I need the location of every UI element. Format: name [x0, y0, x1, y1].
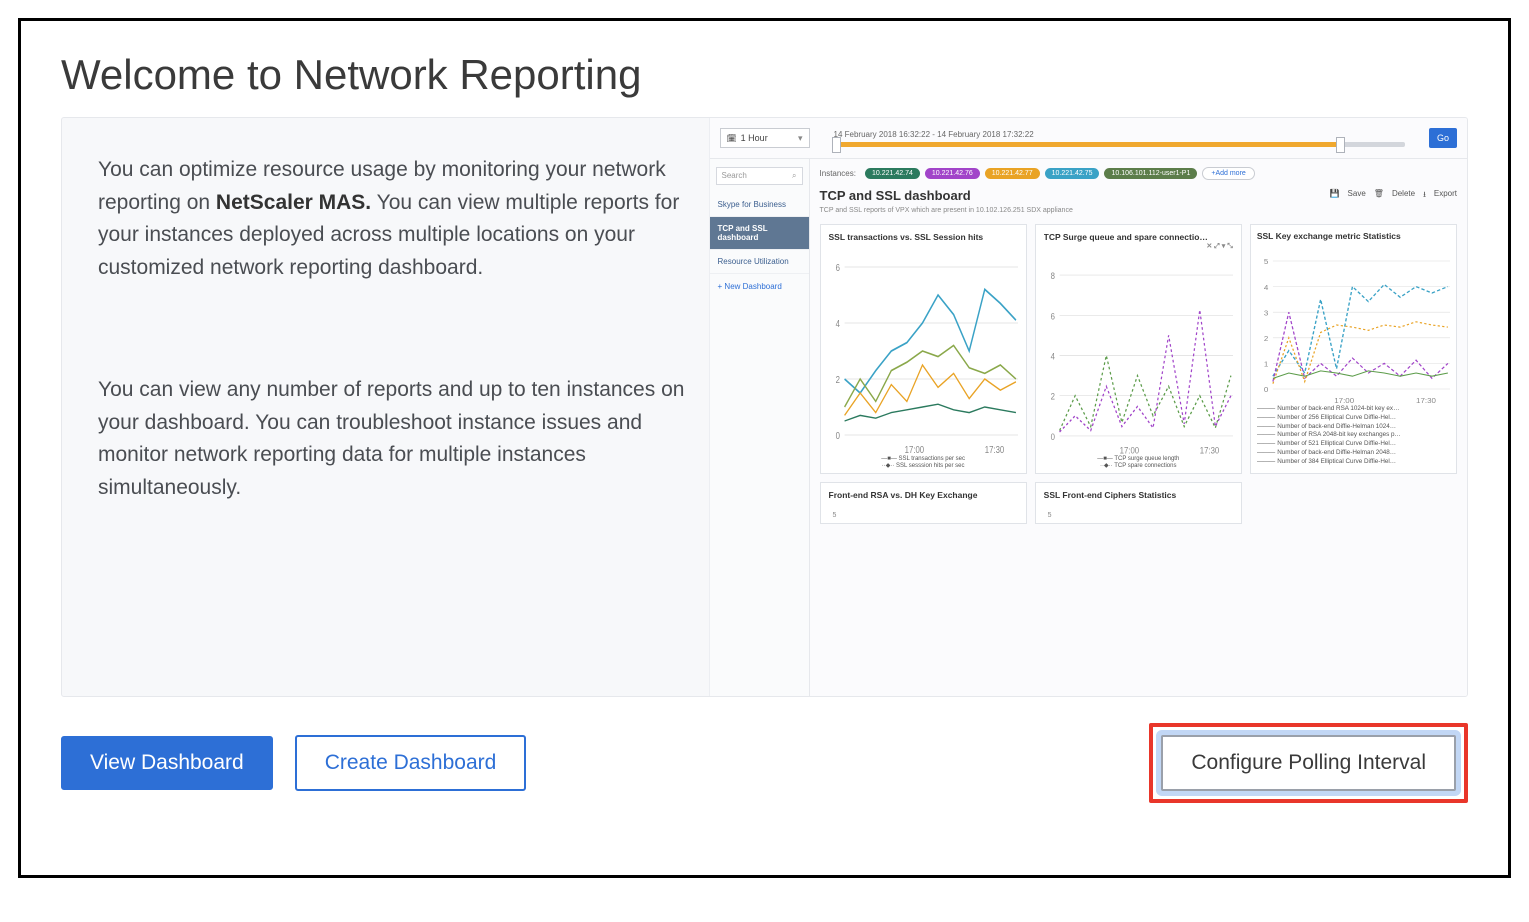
chart-legend: —■— SSL transactions per sec ··◆·· SSL s… [829, 456, 1018, 469]
widget-ssl-key-exchange: SSL Key exchange metric Statistics 5 4 3 [1250, 224, 1457, 474]
svg-text:1: 1 [1264, 360, 1268, 369]
go-button[interactable]: Go [1429, 128, 1457, 148]
chart-text-legend: Number of back-end RSA 1024-bit key ex… … [1257, 405, 1450, 467]
export-button[interactable]: Export [1434, 189, 1457, 203]
svg-text:17:00: 17:00 [1334, 396, 1354, 405]
svg-text:5: 5 [1264, 257, 1268, 266]
preview-body: Search ⌕ Skype for Business TCP and SSL … [710, 159, 1467, 696]
sidebar-search[interactable]: Search ⌕ [716, 167, 803, 185]
chart: 5 4 3 2 1 0 17:0 [1257, 245, 1450, 405]
section-header: TCP and SSL dashboard 💾 Save 🗑 Delete ⭳ Exp… [820, 188, 1457, 203]
widget-frontend-rsa-dh: Front-end RSA vs. DH Key Exchange 5 [820, 482, 1027, 524]
widget-title: SSL Key exchange metric Statistics [1257, 231, 1450, 241]
instance-chip[interactable]: 10.221.42.74 [865, 168, 920, 179]
add-instance-button[interactable]: +Add more [1202, 167, 1254, 180]
widget-toolbar-icons[interactable]: ✕ ⤢ ▾ ⤡ [1206, 242, 1232, 251]
svg-text:4: 4 [835, 318, 839, 329]
widget-title: SSL Front-end Ciphers Statistics [1044, 490, 1233, 500]
legend-item: Number of back-end Diffie-Helman 2048… [1257, 449, 1450, 458]
axis-tick: 5 [829, 504, 1018, 519]
welcome-card: You can optimize resource usage by monit… [61, 117, 1468, 697]
widget-ssl-frontend-ciphers: SSL Front-end Ciphers Statistics 5 [1035, 482, 1242, 524]
svg-text:17:00: 17:00 [1119, 445, 1139, 456]
new-dashboard-link[interactable]: + New Dashboard [710, 274, 809, 299]
svg-text:17:00: 17:00 [904, 444, 924, 455]
search-placeholder: Search [722, 171, 747, 181]
delete-icon: 🗑 [1374, 189, 1384, 203]
intro-paragraph-1: You can optimize resource usage by monit… [98, 154, 685, 284]
widget-spacer [1250, 482, 1457, 524]
legend-item: Number of back-end RSA 1024-bit key ex… [1257, 405, 1450, 414]
section-title: TCP and SSL dashboard [820, 188, 971, 203]
svg-text:17:30: 17:30 [984, 444, 1004, 455]
time-range-label: 14 February 2018 16:32:22 - 14 February … [834, 130, 1405, 139]
widget-ssl-transactions: SSL transactions vs. SSL Session hits 6 … [820, 224, 1027, 474]
legend-item: Number of RSA 2048-bit key exchanges p… [1257, 431, 1450, 440]
preview-main: Instances: 10.221.42.74 10.221.42.76 10.… [810, 159, 1467, 696]
legend-item: Number of back-end Diffie-Helman 1024… [1257, 423, 1450, 432]
legend-item: Number of 384 Elliptical Curve Diffie-He… [1257, 458, 1450, 467]
legend-item: TCP spare connections [1114, 463, 1176, 469]
widget-title: TCP Surge queue and spare connectio… ✕ ⤢… [1044, 232, 1233, 251]
preview-toolbar: 1 Hour 14 February 2018 16:32:22 - 14 Fe… [710, 118, 1467, 159]
chart: 8 6 4 2 0 17:00 17:30 [1044, 255, 1233, 456]
svg-text:0: 0 [835, 430, 839, 441]
chart-legend: —■— TCP surge queue length ··◆·· TCP spa… [1044, 456, 1233, 469]
intro-paragraph-2: You can view any number of reports and u… [98, 374, 685, 504]
instance-chip-row: Instances: 10.221.42.74 10.221.42.76 10.… [820, 167, 1457, 180]
legend-item: Number of 256 Elliptical Curve Diffie-He… [1257, 414, 1450, 423]
svg-text:8: 8 [1050, 270, 1055, 281]
chart: 6 4 2 0 17:00 17:30 [829, 246, 1018, 456]
svg-text:4: 4 [1264, 283, 1269, 292]
configure-polling-interval-button[interactable]: Configure Polling Interval [1161, 735, 1456, 791]
svg-text:17:30: 17:30 [1199, 445, 1219, 456]
svg-text:2: 2 [835, 374, 839, 385]
instance-chip[interactable]: 10.221.42.76 [925, 168, 980, 179]
instance-chip[interactable]: 10.106.101.112-user1-P1 [1104, 168, 1197, 179]
action-button-row: View Dashboard Create Dashboard Configur… [61, 723, 1468, 803]
product-name: NetScaler MAS. [216, 191, 371, 214]
svg-text:2: 2 [1050, 391, 1055, 402]
svg-text:6: 6 [835, 262, 839, 273]
legend-item: Number of 521 Elliptical Curve Diffie-He… [1257, 440, 1450, 449]
export-icon: ⭳ [1423, 189, 1426, 203]
app-frame: Welcome to Network Reporting You can opt… [18, 18, 1511, 878]
instance-chip[interactable]: 10.221.42.77 [985, 168, 1040, 179]
instances-label: Instances: [820, 169, 856, 178]
config-highlight-box: Configure Polling Interval [1149, 723, 1468, 803]
section-actions: 💾 Save 🗑 Delete ⭳ Export [1330, 189, 1457, 203]
delete-button[interactable]: Delete [1392, 189, 1415, 203]
sidebar-item-tcp-ssl[interactable]: TCP and SSL dashboard [710, 217, 809, 250]
preview-sidebar: Search ⌕ Skype for Business TCP and SSL … [710, 159, 810, 696]
save-button[interactable]: Save [1348, 189, 1366, 203]
time-range-select[interactable]: 1 Hour [720, 128, 810, 148]
view-dashboard-button[interactable]: View Dashboard [61, 736, 273, 790]
page-title: Welcome to Network Reporting [61, 51, 1468, 99]
widget-tcp-surge: TCP Surge queue and spare connectio… ✕ ⤢… [1035, 224, 1242, 474]
widget-title: Front-end RSA vs. DH Key Exchange [829, 490, 1018, 500]
widget-grid: SSL transactions vs. SSL Session hits 6 … [820, 224, 1457, 524]
create-dashboard-button[interactable]: Create Dashboard [295, 735, 527, 791]
sidebar-item-resource-util[interactable]: Resource Utilization [710, 250, 809, 274]
svg-text:0: 0 [1264, 385, 1268, 394]
svg-text:6: 6 [1050, 311, 1055, 322]
widget-title: SSL transactions vs. SSL Session hits [829, 232, 1018, 242]
sidebar-item-skype[interactable]: Skype for Business [710, 193, 809, 217]
legend-item: SSL sesssion hits per sec [896, 463, 964, 469]
svg-text:0: 0 [1050, 431, 1055, 442]
svg-text:3: 3 [1264, 309, 1268, 318]
save-icon: 💾 [1330, 189, 1340, 203]
axis-tick: 5 [1044, 504, 1233, 519]
svg-text:17:30: 17:30 [1416, 396, 1436, 405]
svg-text:4: 4 [1050, 351, 1055, 362]
intro-text-column: You can optimize resource usage by monit… [98, 146, 685, 696]
search-icon: ⌕ [792, 171, 796, 181]
svg-text:2: 2 [1264, 334, 1268, 343]
instance-chip[interactable]: 10.221.42.75 [1045, 168, 1100, 179]
widget-title-text: TCP Surge queue and spare connectio… [1044, 232, 1208, 242]
time-slider[interactable] [834, 142, 1405, 147]
section-subtitle: TCP and SSL reports of VPX which are pre… [820, 207, 1457, 214]
dashboard-preview: 1 Hour 14 February 2018 16:32:22 - 14 Fe… [709, 118, 1467, 696]
time-slider-wrap: 14 February 2018 16:32:22 - 14 February … [834, 130, 1405, 147]
